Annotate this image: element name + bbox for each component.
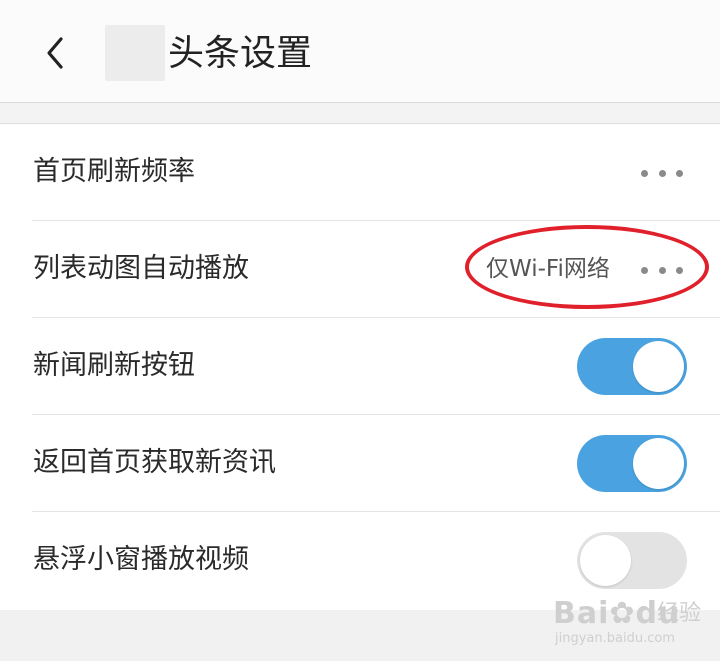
setting-label: 首页刷新频率 <box>33 156 195 187</box>
settings-list: 首页刷新频率 列表动图自动播放 仅Wi-Fi网络 新闻刷新按钮 返回首页获取新资… <box>0 123 720 611</box>
floating-video-toggle[interactable] <box>577 532 687 589</box>
watermark-sub: 经验 <box>657 601 702 626</box>
baidu-watermark: Bai✿du 经验 jingyan.baidu.com <box>553 596 713 656</box>
toggle-knob <box>633 438 684 489</box>
return-home-toggle[interactable] <box>577 435 687 492</box>
setting-row-refresh-button: 新闻刷新按钮 <box>0 318 720 415</box>
watermark-url: jingyan.baidu.com <box>555 631 675 646</box>
section-gap <box>0 103 720 123</box>
setting-label: 返回首页获取新资讯 <box>33 447 276 478</box>
page-title: 头条设置 <box>168 33 313 74</box>
setting-row-return-home-refresh: 返回首页获取新资讯 <box>0 415 720 512</box>
chevron-left-icon <box>47 37 63 69</box>
setting-label: 新闻刷新按钮 <box>33 350 195 381</box>
header-bar: 头条设置 <box>0 0 720 103</box>
toggle-knob <box>580 535 631 586</box>
paw-icon: ✿ <box>609 596 636 631</box>
annotation-circle <box>465 225 709 309</box>
setting-row-floating-video: 悬浮小窗播放视频 <box>0 512 720 609</box>
more-icon[interactable] <box>641 168 683 178</box>
setting-label: 悬浮小窗播放视频 <box>33 544 249 575</box>
back-button[interactable] <box>38 34 72 72</box>
refresh-button-toggle[interactable] <box>577 338 687 395</box>
toggle-knob <box>633 341 684 392</box>
setting-label: 列表动图自动播放 <box>33 253 249 284</box>
setting-row-refresh-frequency[interactable]: 首页刷新频率 <box>0 124 720 221</box>
blurred-app-name <box>105 25 165 81</box>
